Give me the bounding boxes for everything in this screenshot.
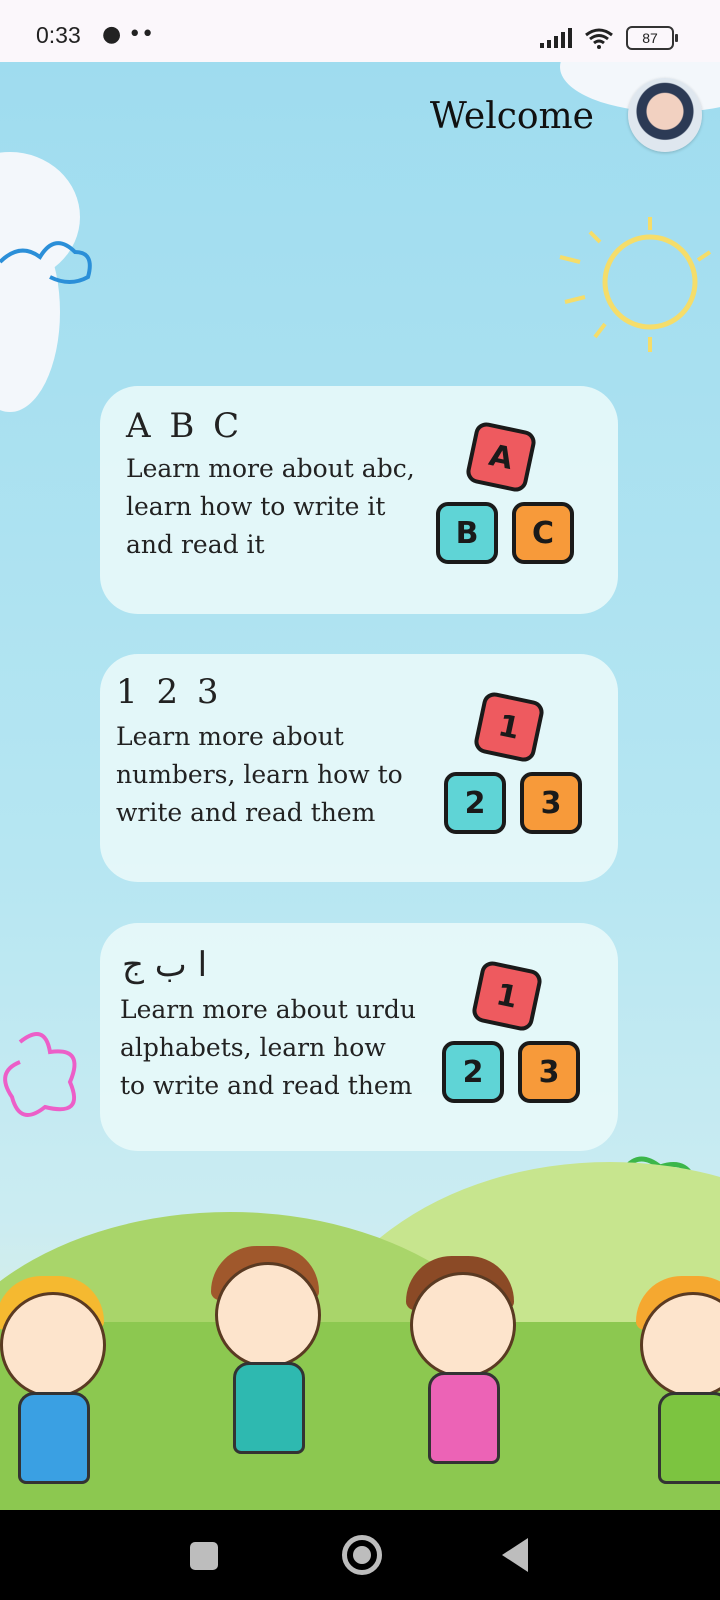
- recents-button-icon[interactable]: [190, 1542, 218, 1570]
- cloud-scribble: [0, 241, 92, 284]
- snapchat-icon: ●: [102, 22, 122, 47]
- card-description: Learn more about abc, learn how to write…: [126, 454, 415, 559]
- card-title: A B C: [126, 406, 244, 446]
- card-description: Learn more about urdu alphabets, learn h…: [120, 995, 416, 1100]
- sun-icon: [559, 217, 712, 352]
- battery-icon: 87: [626, 26, 678, 50]
- card-abc[interactable]: A B C Learn more about abc, learn how to…: [100, 386, 618, 614]
- more-notifications-icon: ••: [128, 22, 155, 47]
- block-2-icon: 2: [444, 772, 506, 834]
- back-button-icon[interactable]: [502, 1538, 528, 1572]
- card-description: Learn more about numbers, learn how to w…: [116, 722, 403, 827]
- card-title: 1 2 3: [116, 672, 223, 712]
- grass-decoration: [0, 1322, 720, 1510]
- block-3-icon: 3: [518, 1041, 580, 1103]
- status-right: 87: [540, 26, 678, 50]
- block-a-icon: A: [464, 420, 538, 494]
- app-screen: Welcome A B C Learn more about abc, lear…: [0, 62, 720, 1510]
- status-bar: 0:33 ● •• 87: [0, 0, 720, 62]
- wifi-icon: [585, 28, 613, 49]
- block-3-icon: 3: [520, 772, 582, 834]
- block-1-icon: 1: [470, 959, 544, 1033]
- block-c-icon: C: [512, 502, 574, 564]
- status-time: 0:33: [36, 22, 81, 48]
- notification-icons: ● ••: [102, 22, 154, 47]
- block-2-icon: 2: [442, 1041, 504, 1103]
- card-urdu[interactable]: ا ب ج Learn more about urdu alphabets, l…: [100, 923, 618, 1151]
- welcome-text: Welcome: [429, 96, 594, 137]
- home-button-icon[interactable]: [342, 1535, 382, 1575]
- block-b-icon: B: [436, 502, 498, 564]
- system-nav-bar: [0, 1510, 720, 1600]
- signal-icon: [540, 28, 572, 48]
- card-numbers[interactable]: 1 2 3 Learn more about numbers, learn ho…: [100, 654, 618, 882]
- flower-scribble: [3, 1032, 77, 1117]
- user-avatar[interactable]: [628, 78, 702, 152]
- card-title: ا ب ج: [122, 945, 208, 985]
- block-1-icon: 1: [472, 690, 546, 764]
